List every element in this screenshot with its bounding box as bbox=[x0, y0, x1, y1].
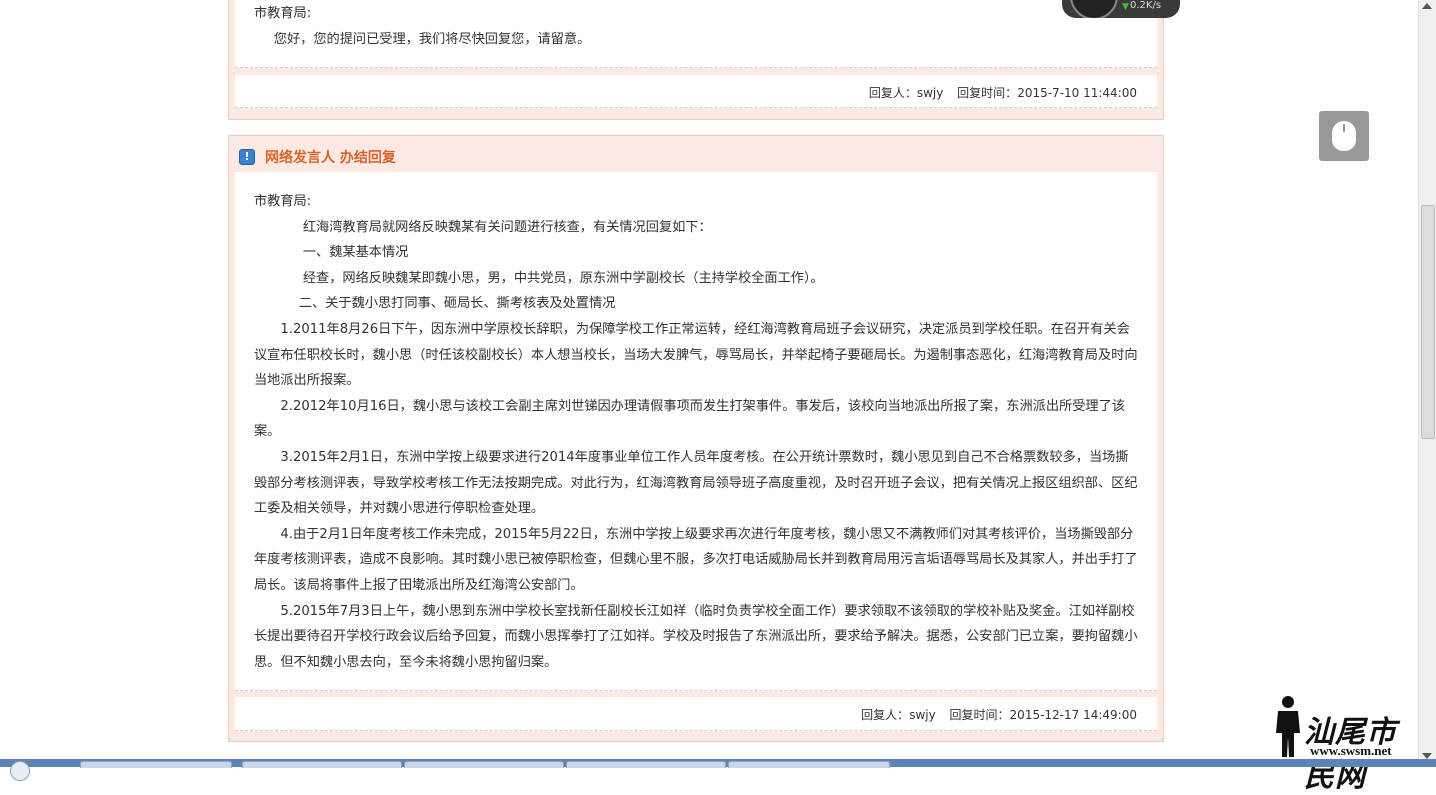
paragraph-item-1: 1.2011年8月26日下午，因东洲中学原校长辞职，为保障学校工作正常运转，经红… bbox=[254, 321, 1138, 389]
person-silhouette-icon bbox=[1276, 696, 1300, 757]
download-arrow-icon: ▼ bbox=[1122, 2, 1129, 12]
mouse-icon bbox=[1332, 121, 1356, 151]
panel-title-text: 网络发言人 办结回复 bbox=[265, 150, 396, 166]
reply-content-box: 市教育局: 红海湾教育局就网络反映魏某有关问题进行核查，有关情况回复如下： 一、… bbox=[235, 172, 1157, 691]
reply-content: 市教育局: 您好，您的提问已受理，我们将尽快回复您，请留意。 bbox=[254, 1, 1140, 52]
reply-content-box: 市教育局: 您好，您的提问已受理，我们将尽快回复您，请留意。 bbox=[235, 0, 1157, 68]
replier-name: swjy bbox=[916, 86, 944, 100]
section-heading-2: 二、关于魏小思打同事、砸局长、撕考核表及处置情况 bbox=[298, 296, 616, 312]
reply-time: 2015-7-10 11:44:00 bbox=[1017, 86, 1137, 100]
paragraph-item-2: 2.2012年10月16日，魏小思与该校工会副主席刘世锑因办理请假事项而发生打架… bbox=[254, 398, 1125, 440]
reply-body: 您好，您的提问已受理，我们将尽快回复您，请留意。 bbox=[273, 31, 591, 47]
paragraph-basic-info: 经查，网络反映魏某即魏小思，男，中共党员，原东洲中学副校长（主持学校全面工作）。 bbox=[302, 270, 824, 286]
reply-time: 2015-12-17 14:49:00 bbox=[1009, 708, 1137, 722]
start-button-icon[interactable] bbox=[10, 761, 30, 781]
reply-panel-final: ! 网络发言人 办结回复 市教育局: 红海湾教育局就网络反映魏某有关问题进行核查… bbox=[228, 135, 1164, 742]
info-icon: ! bbox=[239, 149, 255, 165]
paragraph-item-4: 4.由于2月1日年度考核工作未完成，2015年5月22日，东洲中学按上级要求再次… bbox=[254, 526, 1138, 593]
paragraph-item-5: 5.2015年7月3日上午，魏小思到东洲中学校长室找新任副校长江如祥（临时负责学… bbox=[254, 603, 1138, 670]
reply-meta-box: 回复人：swjy 回复时间：2015-7-10 11:44:00 bbox=[235, 75, 1157, 108]
reply-meta: 回复人：swjy 回复时间：2015-7-10 11:44:00 bbox=[859, 84, 1137, 101]
paragraph-item-3: 3.2015年2月1日，东洲中学按上级要求进行2014年度事业单位工作人员年度考… bbox=[254, 449, 1138, 517]
reply-meta: 回复人：swjy 回复时间：2015-12-17 14:49:00 bbox=[851, 706, 1137, 723]
section-heading-1: 一、魏某基本情况 bbox=[302, 245, 409, 261]
floating-mouse-button[interactable] bbox=[1319, 111, 1369, 161]
vertical-scrollbar[interactable] bbox=[1418, 0, 1436, 767]
reply-content: 市教育局: 红海湾教育局就网络反映魏某有关问题进行核查，有关情况回复如下： 一、… bbox=[254, 189, 1140, 675]
reply-meta-box: 回复人：swjy 回复时间：2015-12-17 14:49:00 bbox=[235, 697, 1157, 731]
reply-org: 市教育局: bbox=[254, 194, 312, 209]
logo-url: www.swsm.net bbox=[1310, 743, 1392, 758]
replier-label: 回复人： bbox=[868, 86, 917, 100]
speed-gauge-icon bbox=[1070, 0, 1118, 18]
reply-time-label: 回复时间： bbox=[957, 86, 1018, 100]
scroll-up-arrow-icon[interactable] bbox=[1422, 3, 1432, 9]
site-logo: 汕尾市民网 www.swsm.net bbox=[1270, 693, 1420, 794]
scrollbar-thumb[interactable] bbox=[1421, 205, 1435, 439]
reply-org: 市教育局: bbox=[254, 6, 312, 21]
panel-title: ! 网络发言人 办结回复 bbox=[239, 146, 396, 168]
reply-time-label: 回复时间： bbox=[949, 708, 1010, 722]
replier-name: swjy bbox=[909, 708, 936, 722]
network-speed-widget[interactable]: ▼ 0.2K/s bbox=[1062, 0, 1180, 18]
paragraph-intro: 红海湾教育局就网络反映魏某有关问题进行核查，有关情况回复如下： bbox=[302, 219, 712, 235]
reply-panel-accepted: 市教育局: 您好，您的提问已受理，我们将尽快回复您，请留意。 回复人：swjy … bbox=[228, 0, 1164, 120]
replier-label: 回复人： bbox=[861, 708, 910, 722]
speed-value: 0.2K/s bbox=[1130, 0, 1162, 11]
